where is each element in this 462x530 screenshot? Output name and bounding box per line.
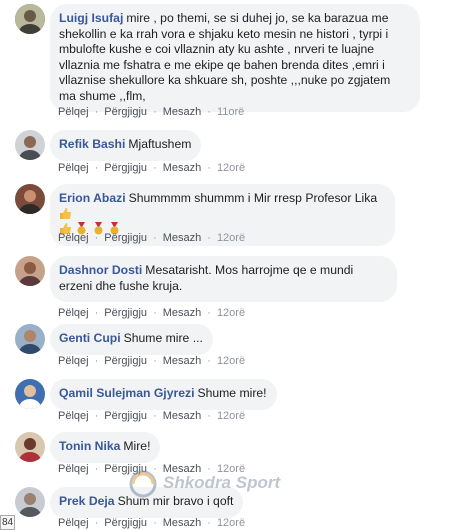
comment-author[interactable]: Genti Cupi	[59, 331, 121, 345]
message-link[interactable]: Mesazh	[163, 517, 202, 529]
message-link[interactable]: Mesazh	[163, 162, 202, 174]
comment-bubble: Refik Bashi Mjaftushem	[50, 130, 202, 161]
comment-author[interactable]: Qamil Sulejman Gjyrezi	[59, 386, 194, 400]
comment-actions: Pëlqej · Përgjigju · Mesazh · 11orë	[58, 106, 245, 118]
comment-author[interactable]: Refik Bashi	[59, 137, 125, 151]
comment-author[interactable]: Dashnor Dosti	[59, 263, 142, 277]
message-link[interactable]: Mesazh	[163, 307, 202, 319]
message-link[interactable]: Mesazh	[163, 355, 202, 367]
like-link[interactable]: Pëlqej	[58, 517, 89, 529]
avatar[interactable]	[15, 184, 45, 214]
comment-time[interactable]: 12orë	[217, 410, 245, 422]
comment-actions: Pëlqej · Përgjigju · Mesazh · 12orë	[58, 355, 246, 367]
comment-text: Shume mire ...	[123, 331, 203, 345]
comment-time[interactable]: 12orë	[217, 355, 245, 367]
comment-time[interactable]: 11orë	[217, 106, 244, 118]
like-link[interactable]: Pëlqej	[58, 162, 89, 174]
message-link[interactable]: Mesazh	[163, 410, 202, 422]
like-link[interactable]: Pëlqej	[58, 106, 89, 118]
comment-time[interactable]: 12orë	[217, 307, 245, 319]
message-link[interactable]: Mesazh	[163, 463, 202, 475]
avatar[interactable]	[15, 324, 45, 354]
comment-actions: Pëlqej · Përgjigju · Mesazh · 12orë	[58, 307, 246, 319]
avatar[interactable]	[15, 487, 45, 517]
avatar-photo-icon	[15, 4, 45, 34]
comment-bubble: Genti Cupi Shume mire ...	[50, 324, 213, 355]
reply-link[interactable]: Përgjigju	[104, 463, 147, 475]
comment-author[interactable]: Erion Abazi	[59, 191, 126, 205]
avatar[interactable]	[15, 130, 45, 160]
comment-text: Shummmm shummm i Mir rresp Profesor Lika	[128, 191, 378, 205]
reply-link[interactable]: Përgjigju	[104, 355, 147, 367]
avatar[interactable]	[15, 432, 45, 462]
comment-bubble: Tonin Nika Mire!	[50, 432, 161, 463]
like-link[interactable]: Pëlqej	[58, 463, 89, 475]
reply-link[interactable]: Përgjigju	[104, 517, 147, 529]
avatar-photo-icon	[15, 184, 45, 214]
avatar-photo-icon	[15, 432, 45, 462]
avatar[interactable]	[15, 256, 45, 286]
comment-actions: Pëlqej · Përgjigju · Mesazh · 12orë	[58, 517, 246, 529]
comment-text: Mire!	[123, 439, 151, 453]
comment-text: Shum mir bravo i qoft	[117, 494, 234, 508]
reply-link[interactable]: Përgjigju	[104, 307, 147, 319]
avatar-photo-icon	[15, 379, 45, 409]
comment-text: Mjaftushem	[128, 137, 192, 151]
comment-actions: Pëlqej · Përgjigju · Mesazh · 12orë	[58, 232, 246, 244]
comment-actions: Pëlqej · Përgjigju · Mesazh · 12orë	[58, 463, 246, 475]
comment-time[interactable]: 12orë	[217, 162, 245, 174]
comment-author[interactable]: Prek Deja	[59, 494, 115, 508]
avatar-photo-icon	[15, 487, 45, 517]
comment-text: Shume mire!	[197, 386, 267, 400]
reply-link[interactable]: Përgjigju	[104, 410, 147, 422]
comment-bubble: Dashnor Dosti Mesatarisht. Mos harrojme q…	[50, 256, 397, 302]
like-link[interactable]: Pëlqej	[58, 232, 89, 244]
reply-link[interactable]: Përgjigju	[104, 162, 147, 174]
avatar[interactable]	[15, 379, 45, 409]
comment-bubble: Qamil Sulejman Gjyrezi Shume mire!	[50, 379, 277, 410]
avatar-photo-icon	[15, 130, 45, 160]
like-link[interactable]: Pëlqej	[58, 307, 89, 319]
avatar-photo-icon	[15, 256, 45, 286]
comment-author[interactable]: Luigj Isufaj	[59, 11, 123, 25]
message-link[interactable]: Mesazh	[163, 232, 202, 244]
comment-actions: Pëlqej · Përgjigju · Mesazh · 12orë	[58, 410, 246, 422]
reply-link[interactable]: Përgjigju	[104, 232, 147, 244]
comment-actions: Pëlqej · Përgjigju · Mesazh · 12orë	[58, 162, 246, 174]
thumbs-up-emoji-icon	[60, 207, 71, 219]
comment-author[interactable]: Tonin Nika	[59, 439, 120, 453]
comment-bubble: Luigj Isufaj mire , po themi, se si duhej…	[50, 4, 420, 112]
reply-link[interactable]: Përgjigju	[104, 106, 147, 118]
like-link[interactable]: Pëlqej	[58, 355, 89, 367]
comment-time[interactable]: 12orë	[217, 517, 245, 529]
corner-badge: 84	[0, 515, 15, 530]
comment-bubble: Prek Deja Shum mir bravo i qoft	[50, 487, 244, 518]
avatar[interactable]	[15, 4, 45, 34]
comment-time[interactable]: 12orë	[217, 463, 245, 475]
message-link[interactable]: Mesazh	[163, 106, 202, 118]
like-link[interactable]: Pëlqej	[58, 410, 89, 422]
avatar-photo-icon	[15, 324, 45, 354]
comment-time[interactable]: 12orë	[217, 232, 245, 244]
